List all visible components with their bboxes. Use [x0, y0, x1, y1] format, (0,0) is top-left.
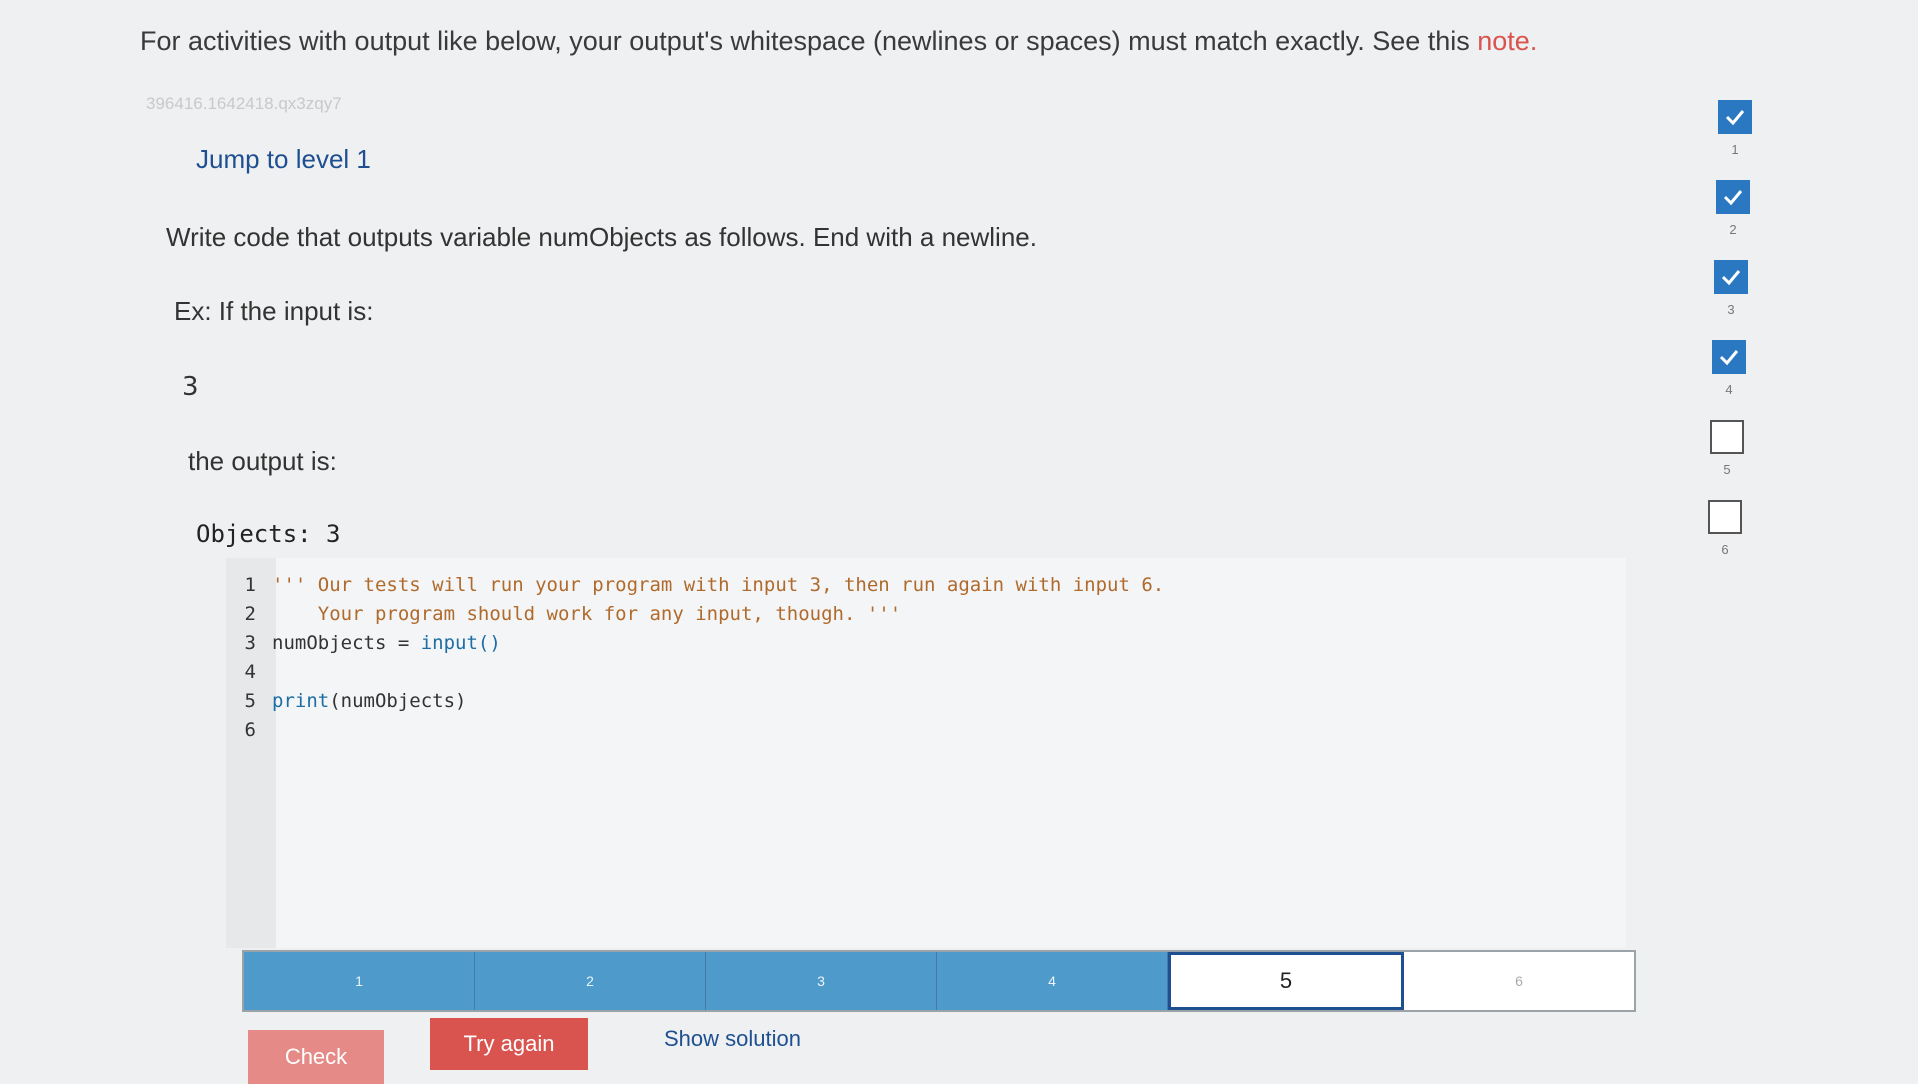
step-number: 6	[1721, 542, 1729, 557]
example-input: 3	[182, 372, 199, 402]
code-token: (numObjects)	[329, 690, 467, 712]
instruction-text: For activities with output like below, y…	[140, 26, 1478, 56]
step-complete-checkbox	[1716, 180, 1750, 214]
check-button[interactable]: Check	[248, 1030, 384, 1084]
level-segment-2[interactable]: 2	[475, 952, 706, 1010]
checkmark-icon	[1723, 190, 1743, 206]
show-solution-link[interactable]: Show solution	[664, 1026, 801, 1052]
code-line[interactable]: 1 ''' Our tests will run your program wit…	[226, 574, 1165, 602]
example-output: Objects: 3	[196, 520, 341, 548]
code-token: numObjects =	[272, 632, 421, 654]
level-segment-6[interactable]: 6	[1404, 952, 1634, 1010]
line-number: 4	[244, 661, 256, 683]
whitespace-instruction: For activities with output like below, y…	[140, 26, 1537, 57]
step-complete-checkbox	[1718, 100, 1752, 134]
code-line[interactable]: 2 Your program should work for any input…	[226, 603, 902, 631]
code-token: ''' Our tests will run your program with…	[272, 574, 1165, 596]
checkmark-icon	[1719, 350, 1739, 366]
code-token: Your program should work for any input, …	[272, 603, 902, 625]
task-instruction: Write code that outputs variable numObje…	[166, 222, 1037, 252]
level-segment-3[interactable]: 3	[706, 952, 937, 1010]
step-incomplete-checkbox	[1708, 500, 1742, 534]
code-token: input()	[420, 632, 501, 654]
code-line[interactable]: 5 print(numObjects)	[226, 690, 467, 718]
example-output-label: the output is:	[188, 446, 337, 476]
step-number: 4	[1725, 382, 1733, 397]
step-incomplete-checkbox	[1710, 420, 1744, 454]
step-number: 5	[1723, 462, 1731, 477]
line-number: 6	[244, 719, 256, 741]
checkmark-icon	[1721, 270, 1741, 286]
activity-id: 396416.1642418.qx3zqy7	[146, 94, 342, 113]
code-editor[interactable]: 1 ''' Our tests will run your program wit…	[226, 558, 1626, 948]
level-segment-4[interactable]: 4	[937, 952, 1168, 1010]
note-link[interactable]: note.	[1477, 26, 1537, 56]
step-complete-checkbox	[1714, 260, 1748, 294]
try-again-button[interactable]: Try again	[430, 1018, 588, 1070]
example-input-label: Ex: If the input is:	[174, 296, 374, 326]
line-number: 1	[244, 574, 256, 596]
line-number: 2	[244, 603, 256, 625]
level-bar: 123456	[242, 950, 1636, 1012]
level-segment-5[interactable]: 5	[1168, 952, 1404, 1010]
jump-to-level-link[interactable]: Jump to level 1	[196, 144, 371, 175]
code-line[interactable]: 4	[226, 661, 272, 689]
step-number: 3	[1727, 302, 1735, 317]
line-number: 3	[244, 632, 256, 654]
level-segment-1[interactable]: 1	[244, 952, 475, 1010]
step-complete-checkbox	[1712, 340, 1746, 374]
code-token: print	[272, 690, 330, 712]
line-number: 5	[244, 690, 256, 712]
step-number: 2	[1729, 222, 1737, 237]
step-number: 1	[1731, 142, 1739, 157]
code-line[interactable]: 6	[226, 719, 272, 747]
checkmark-icon	[1725, 110, 1745, 126]
code-line[interactable]: 3 numObjects = input()	[226, 632, 501, 660]
